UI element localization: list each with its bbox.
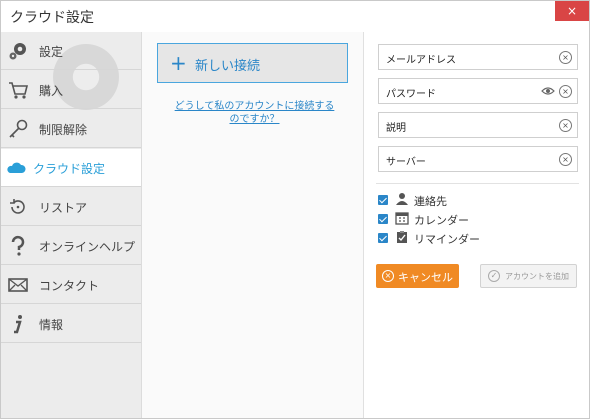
check-circle-icon: ✓ xyxy=(488,270,500,282)
sidebar-item-label: 購入 xyxy=(39,84,64,98)
password-field-placeholder: パスワード xyxy=(386,89,436,100)
gear-icon xyxy=(9,43,26,60)
close-button[interactable]: × xyxy=(555,1,589,21)
mail-icon xyxy=(8,278,28,292)
calendar-icon xyxy=(395,212,409,225)
clear-description-icon[interactable]: × xyxy=(559,119,572,132)
cancel-button[interactable]: × キャンセル xyxy=(376,264,459,288)
sidebar-item-label: 設定 xyxy=(39,45,64,59)
window-title: クラウド設定 xyxy=(10,10,94,26)
new-connection-button[interactable]: + 新しい接続 xyxy=(157,43,348,83)
sidebar-item-label: オンラインヘルプ xyxy=(39,240,136,254)
sidebar-item-label: 情報 xyxy=(39,318,64,332)
sidebar-item-online-help[interactable]: オンラインヘルプ xyxy=(1,227,141,265)
sidebar-item-label: 制限解除 xyxy=(39,123,88,137)
close-icon: × xyxy=(566,4,578,18)
add-account-label: アカウントを追加 xyxy=(505,272,569,281)
sync-contacts-option[interactable]: 連絡先 xyxy=(378,192,578,208)
clear-password-icon[interactable]: × xyxy=(559,85,572,98)
account-form: メールアドレス × パスワード × 説明 × サーバー × 連絡先 カレンダー … xyxy=(364,32,589,418)
sidebar-item-restore[interactable]: リストア xyxy=(1,188,141,226)
cloud-icon xyxy=(7,162,26,173)
email-field[interactable]: メールアドレス × xyxy=(378,44,578,70)
cancel-label: キャンセル xyxy=(398,271,453,284)
restore-icon xyxy=(10,199,25,214)
password-field[interactable]: パスワード × xyxy=(378,78,578,104)
server-field[interactable]: サーバー × xyxy=(378,146,578,172)
sync-calendar-option[interactable]: カレンダー xyxy=(378,211,578,227)
clear-email-icon[interactable]: × xyxy=(559,51,572,64)
contacts-checkbox[interactable] xyxy=(378,195,388,205)
description-field-placeholder: 説明 xyxy=(386,123,406,134)
person-icon xyxy=(396,193,408,205)
sync-reminders-option[interactable]: リマインダー xyxy=(378,230,578,246)
email-field-placeholder: メールアドレス xyxy=(386,55,456,66)
account-help-link[interactable]: どうして私のアカウントに接続するのですか？ xyxy=(172,100,337,126)
title-bar: クラウド設定 × xyxy=(1,1,589,32)
sidebar-item-settings[interactable]: 設定 xyxy=(1,32,141,70)
sidebar-item-unlock[interactable]: 制限解除 xyxy=(1,110,141,148)
connections-panel: + 新しい接続 どうして私のアカウントに接続するのですか？ xyxy=(142,32,364,418)
cart-icon xyxy=(9,82,29,99)
show-password-icon[interactable] xyxy=(541,84,555,98)
info-icon xyxy=(14,315,22,334)
reminders-label: リマインダー xyxy=(414,233,480,246)
add-account-button[interactable]: ✓ アカウントを追加 xyxy=(480,264,577,288)
sidebar-item-label: コンタクト xyxy=(39,279,100,293)
description-field[interactable]: 説明 × xyxy=(378,112,578,138)
sidebar-item-cloud-settings[interactable]: クラウド設定 xyxy=(1,149,141,187)
sidebar-item-label: クラウド設定 xyxy=(33,162,106,176)
server-field-placeholder: サーバー xyxy=(386,157,426,168)
sidebar-item-contact[interactable]: コンタクト xyxy=(1,266,141,304)
contacts-label: 連絡先 xyxy=(414,195,447,208)
key-icon xyxy=(9,119,28,138)
cancel-icon: × xyxy=(382,270,394,282)
plus-icon: + xyxy=(170,51,187,75)
clipboard-check-icon xyxy=(397,231,407,243)
calendar-checkbox[interactable] xyxy=(378,214,388,224)
sidebar-item-info[interactable]: 情報 xyxy=(1,305,141,343)
cloud-settings-window: クラウド設定 × 設定 購入 制限解除 クラウド設定 リストア オンラインヘルプ… xyxy=(0,0,590,419)
divider xyxy=(376,183,579,184)
sidebar-item-label: リストア xyxy=(39,201,88,215)
reminders-checkbox[interactable] xyxy=(378,233,388,243)
sidebar: 設定 購入 制限解除 クラウド設定 リストア オンラインヘルプ コンタクト 情報 xyxy=(1,32,142,418)
question-icon xyxy=(11,235,25,256)
new-connection-label: 新しい接続 xyxy=(195,59,261,74)
clear-server-icon[interactable]: × xyxy=(559,153,572,166)
sidebar-item-purchase[interactable]: 購入 xyxy=(1,71,141,109)
calendar-label: カレンダー xyxy=(414,214,469,227)
